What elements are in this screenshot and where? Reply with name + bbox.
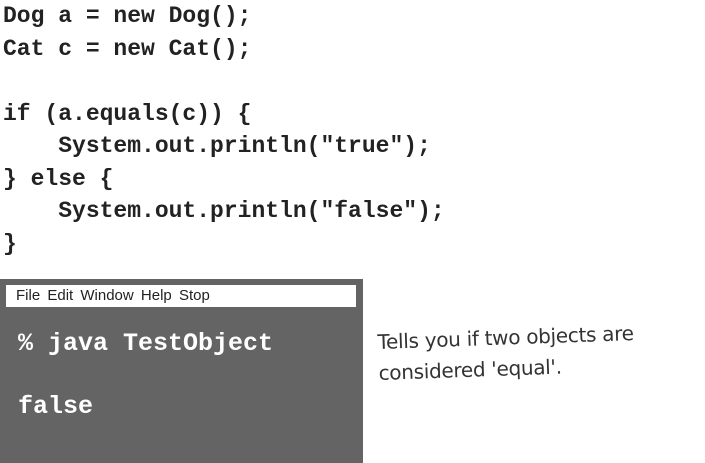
- terminal-menu-bar: File Edit Window Help Stop: [6, 285, 356, 307]
- terminal-output: false: [18, 392, 94, 421]
- terminal-window: File Edit Window Help Stop % java TestOb…: [0, 279, 363, 463]
- code-line: System.out.println("true");: [3, 133, 431, 159]
- handwritten-annotation: Tells you if two objects are considered …: [377, 315, 705, 388]
- code-line: }: [3, 230, 17, 257]
- menu-stop[interactable]: Stop: [179, 285, 210, 307]
- code-line: Cat c = new Cat();: [3, 35, 252, 62]
- code-line: } else {: [3, 165, 114, 192]
- code-line: if (a.equals(c)) {: [3, 100, 252, 127]
- menu-window[interactable]: Window: [80, 285, 133, 307]
- menu-file[interactable]: File: [16, 285, 40, 307]
- menu-edit[interactable]: Edit: [47, 285, 73, 307]
- menu-help[interactable]: Help: [141, 285, 172, 307]
- code-listing: Dog a = new Dog(); Cat c = new Cat(); if (…: [3, 0, 445, 260]
- code-line: System.out.println("false");: [3, 198, 445, 224]
- terminal-command: % java TestObject: [18, 329, 274, 358]
- code-line: Dog a = new Dog();: [3, 3, 252, 29]
